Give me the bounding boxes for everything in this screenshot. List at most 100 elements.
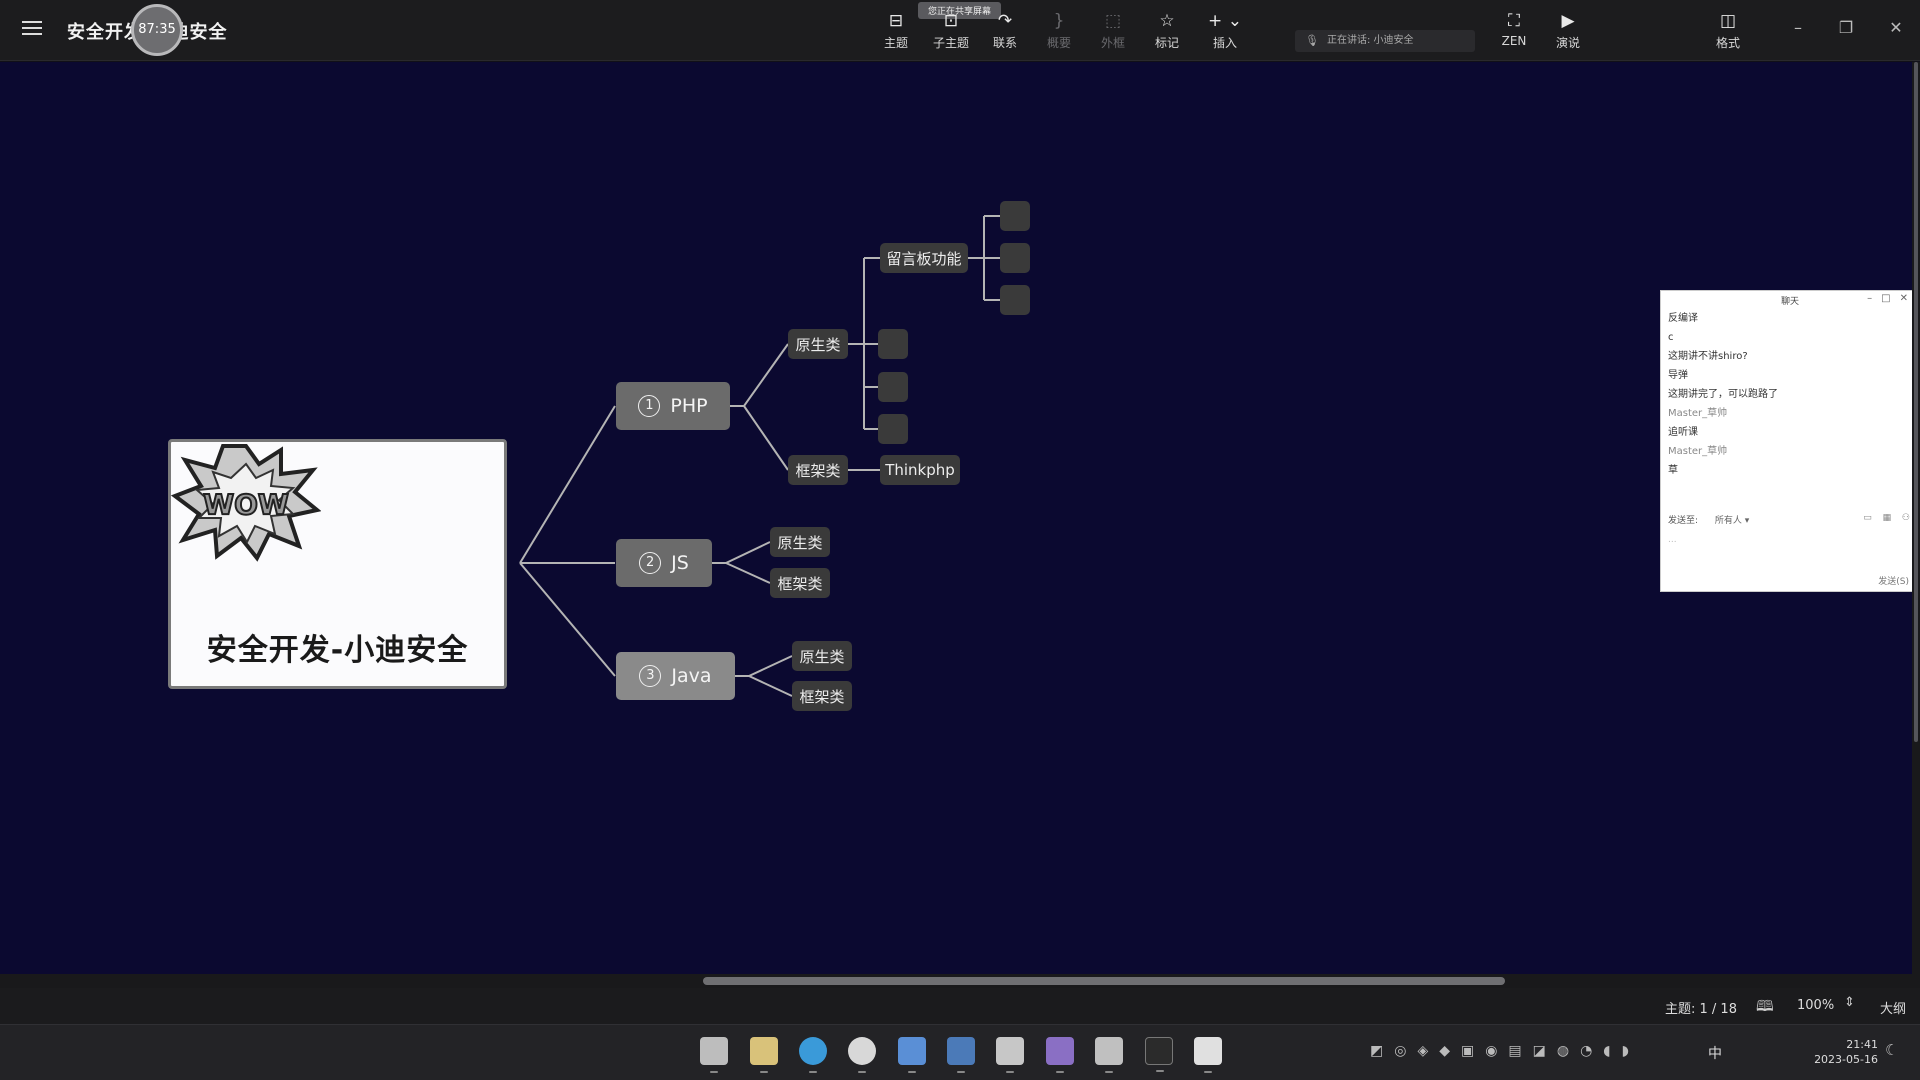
empty-topic-node[interactable] (878, 414, 908, 444)
photos-icon[interactable] (947, 1037, 975, 1073)
php-native-node[interactable]: 原生类 (788, 329, 848, 359)
php-framework-label: 框架类 (795, 461, 841, 480)
tool-format-label: 格式 (1715, 36, 1740, 50)
thinkphp-node[interactable]: Thinkphp (880, 455, 960, 485)
branch-php-node[interactable]: 1 PHP (616, 382, 730, 430)
php-framework-node[interactable]: 框架类 (788, 455, 848, 485)
chat-message: 追听课 (1668, 427, 1698, 438)
chat-message: 这期讲不讲shiro? (1668, 351, 1748, 362)
ide-icon[interactable] (996, 1037, 1024, 1073)
plus-icon: + ⌄ (1208, 11, 1242, 31)
app-icon[interactable] (898, 1037, 926, 1073)
chat-message: 这期讲完了，可以跑路了 (1668, 389, 1778, 400)
speaking-indicator: 🎙 正在讲话: 小迪安全 (1295, 30, 1475, 52)
js-native-node[interactable]: 原生类 (770, 527, 830, 557)
tool-zen-button[interactable]: ⛶ ZEN (1488, 10, 1540, 48)
vertical-scroll-thumb[interactable] (1914, 62, 1918, 742)
wow-art-text: WOW (203, 488, 289, 521)
edge-browser-icon[interactable] (799, 1037, 827, 1073)
java-framework-node[interactable]: 框架类 (792, 681, 852, 711)
tool-zen-label: ZEN (1501, 34, 1527, 48)
tool-subtopic-button[interactable]: ⊡ 子主题 (925, 10, 977, 51)
horizontal-scrollbar[interactable] (0, 974, 1920, 988)
empty-topic-node[interactable] (878, 372, 908, 402)
chat-tool-icons[interactable]: ▭ ▦ ⚇ (1863, 513, 1914, 523)
chrome-browser-icon[interactable] (848, 1037, 876, 1073)
tool-insert-button[interactable]: + ⌄ 插入 (1199, 10, 1251, 51)
recording-timer-badge[interactable]: 87:35 (131, 4, 183, 56)
tool-summary-button[interactable]: } 概要 (1033, 10, 1085, 51)
empty-topic-node[interactable] (1000, 285, 1030, 315)
mindmap-canvas[interactable]: WOW 安全开发-小迪安全 1 PHP 原生类 留言板功能 框架类 Thinkp… (0, 62, 1920, 1035)
js-native-label: 原生类 (777, 533, 823, 552)
editor-icon[interactable] (1046, 1037, 1074, 1073)
branch-js-node[interactable]: 2 JS (616, 539, 712, 587)
chat-input[interactable]: ... (1668, 535, 1677, 545)
zoom-stepper-icon[interactable]: ⇕ (1844, 995, 1855, 1010)
start-menu-icon[interactable] (700, 1037, 728, 1073)
input-method-indicator[interactable]: 中 (1708, 1043, 1722, 1063)
zoom-level[interactable]: 100% (1797, 998, 1834, 1013)
branch-number-badge: 3 (639, 665, 662, 687)
hamburger-menu-icon[interactable] (20, 17, 44, 41)
tool-subtopic-label: 子主题 (932, 36, 969, 50)
chat-panel[interactable]: 聊天 –□✕ 反编译 c 这期讲不讲shiro? 导弹 这期讲完了，可以跑路了 … (1660, 290, 1920, 592)
tool-boundary-label: 外框 (1100, 36, 1125, 50)
taskbar-clock[interactable]: 21:41 2023-05-16 (1800, 1037, 1878, 1067)
tool-boundary-button[interactable]: ⬚ 外框 (1087, 10, 1139, 51)
outline-button[interactable]: 大纲 (1880, 998, 1906, 1017)
empty-topic-node[interactable] (1000, 201, 1030, 231)
app-window: 安全开发-小迪安全 87:35 您正在共享屏幕 ⊟ 主题 ⊡ 子主题 ↷ 联系 … (0, 0, 1920, 1080)
branch-number-badge: 2 (639, 552, 662, 574)
empty-topic-node[interactable] (1000, 243, 1030, 273)
tool-relationship-button[interactable]: ↷ 联系 (979, 10, 1031, 51)
format-panel-icon: ◫ (1719, 11, 1737, 31)
chat-titlebar[interactable]: 聊天 –□✕ (1661, 291, 1919, 309)
terminal-icon[interactable] (1145, 1037, 1173, 1072)
java-native-label: 原生类 (799, 647, 845, 666)
minimize-icon[interactable]: – (1788, 18, 1808, 38)
root-topic-label: 安全开发-小迪安全 (206, 633, 469, 668)
chat-message: 草 (1668, 465, 1678, 476)
meeting-app-icon[interactable] (1194, 1037, 1222, 1073)
horizontal-scroll-thumb[interactable] (703, 977, 1505, 985)
summary-icon: } (1053, 11, 1065, 31)
branch-java-node[interactable]: 3 Java (616, 652, 735, 700)
microphone-icon: 🎙 (1305, 34, 1319, 47)
tool-topic-label: 主题 (883, 36, 908, 50)
xmind-icon[interactable] (1095, 1037, 1123, 1073)
chat-sender-name: Master_草帅 (1668, 408, 1728, 419)
restore-icon[interactable]: ❐ (1836, 18, 1856, 38)
js-framework-node[interactable]: 框架类 (770, 568, 830, 598)
root-topic-node[interactable]: WOW 安全开发-小迪安全 (168, 439, 507, 689)
notification-icon[interactable]: ☾ (1885, 1041, 1898, 1059)
java-native-node[interactable]: 原生类 (792, 641, 852, 671)
php-native-label: 原生类 (795, 335, 841, 354)
tool-topic-button[interactable]: ⊟ 主题 (870, 10, 922, 51)
tool-format-button[interactable]: ◫ 格式 (1702, 10, 1754, 51)
send-to-label: 发送至: (1668, 516, 1699, 526)
system-tray-icons[interactable]: ◩◎◈◆▣◉▤◪◍◔◖◗ (1370, 1043, 1640, 1059)
book-icon[interactable]: 🕮 (1756, 996, 1774, 1021)
chat-sender-name: Master_草帅 (1668, 446, 1728, 457)
java-framework-label: 框架类 (799, 687, 845, 706)
chat-title: 聊天 (1781, 297, 1800, 307)
empty-topic-node[interactable] (878, 329, 908, 359)
topic-count: 主题: 1 / 18 (1665, 1002, 1737, 1017)
vertical-scrollbar[interactable] (1912, 62, 1920, 974)
fullscreen-icon: ⛶ (1508, 11, 1520, 31)
tool-marker-button[interactable]: ☆ 标记 (1141, 10, 1193, 51)
guestbook-feature-node[interactable]: 留言板功能 (880, 243, 968, 273)
chat-window-controls[interactable]: –□✕ (1867, 293, 1917, 304)
close-icon[interactable]: ✕ (1886, 18, 1906, 38)
tool-marker-label: 标记 (1154, 36, 1179, 50)
file-explorer-icon[interactable] (750, 1037, 778, 1073)
branch-js-label: JS (671, 552, 689, 574)
send-to-select[interactable]: 所有人 ▾ (1715, 513, 1749, 526)
js-framework-label: 框架类 (777, 574, 823, 593)
boundary-icon: ⬚ (1104, 11, 1122, 31)
chat-message-list[interactable]: 反编译 c 这期讲不讲shiro? 导弹 这期讲完了，可以跑路了 Master_… (1661, 309, 1919, 488)
clock-date: 2023-05-16 (1814, 1053, 1878, 1066)
tool-present-button[interactable]: ▶ 演说 (1542, 10, 1594, 51)
chat-send-button[interactable]: 发送(S) (1878, 574, 1909, 587)
